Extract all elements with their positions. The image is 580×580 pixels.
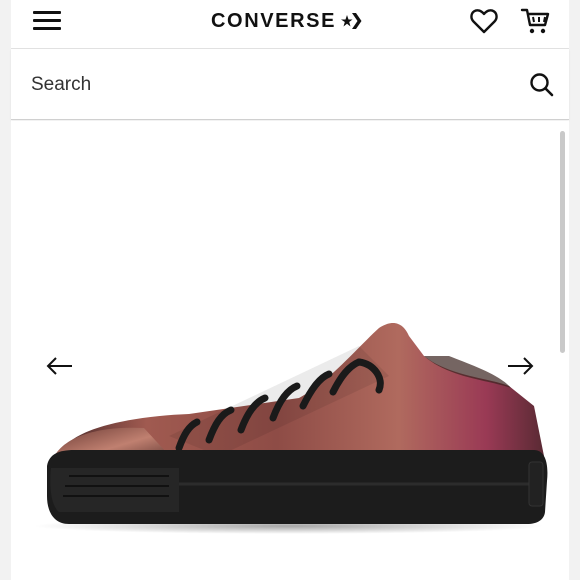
star-chevron-icon: [341, 13, 362, 29]
hamburger-menu-icon[interactable]: [31, 8, 63, 34]
wishlist-button[interactable]: [469, 6, 499, 36]
brand-logo[interactable]: CONVERSE: [211, 8, 362, 34]
cart-button[interactable]: [520, 6, 552, 36]
top-nav: CONVERSE: [11, 0, 569, 49]
brand-name: CONVERSE: [211, 9, 337, 32]
search-bar: [11, 49, 569, 120]
page: CONVERSE: [11, 0, 569, 580]
shopping-cart-icon: [520, 8, 550, 34]
heart-icon: [470, 9, 498, 34]
search-input[interactable]: [29, 67, 513, 103]
search-icon: [530, 73, 554, 97]
product-image-gallery: [11, 121, 569, 580]
product-image-sneaker[interactable]: [29, 316, 549, 536]
search-button[interactable]: [529, 72, 555, 98]
scrollbar[interactable]: [560, 131, 565, 353]
